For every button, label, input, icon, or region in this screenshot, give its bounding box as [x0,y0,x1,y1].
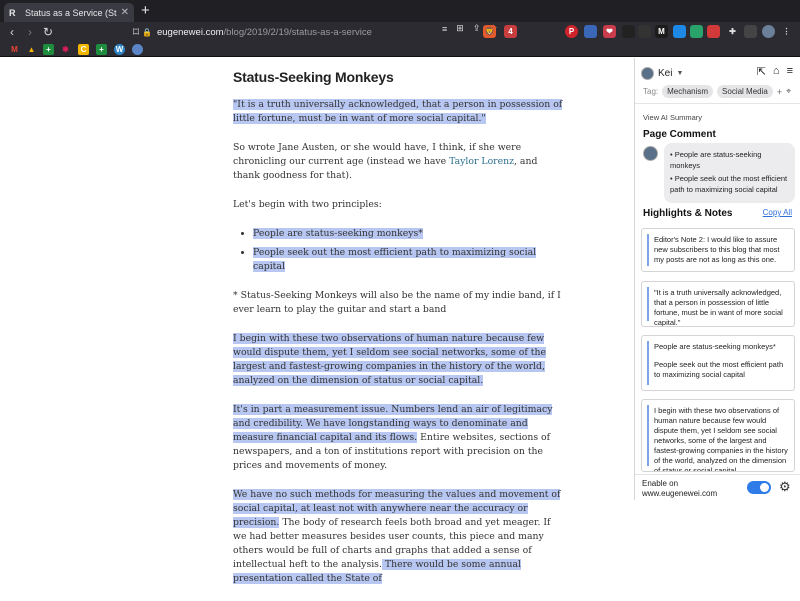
principles-list: People are status-seeking monkeys* Peopl… [253,227,563,274]
comment-line: • People are status-seeking monkeys [670,150,762,170]
tab-title: Status as a Service (StaaS) — E [25,7,117,18]
reload-icon[interactable]: ↻ [39,25,57,39]
article-paragraph: It's in part a measurement issue. Number… [233,403,563,473]
extensions-puzzle-icon[interactable]: ✚ [726,25,739,38]
tag-row: Tag: Mechanism Social Media + ⌖ [643,85,795,98]
url-host: eugenewei.com [156,27,224,38]
highlight-note[interactable]: Editor's Note 2: I would like to assure … [641,228,795,272]
highlighted-text[interactable]: I begin with these two observations of h… [233,333,546,386]
menu-icon[interactable]: ⋮ [780,25,793,38]
profile-icon[interactable] [762,25,775,38]
article-paragraph: Let's begin with two principles: [233,199,382,210]
article-paragraph: So wrote Jane Austen, or she would have,… [233,141,563,183]
extension-icon-2[interactable] [622,25,635,38]
url-path: /blog/2019/2/19/status-as-a-service [223,27,372,38]
mail-extension-icon[interactable]: M [655,25,668,38]
share-icon[interactable]: ⇱ [757,65,766,78]
tag-mechanism[interactable]: Mechanism [662,85,714,98]
home-icon[interactable]: ⌂ [773,65,780,78]
forward-icon[interactable]: › [21,25,39,39]
reader-mode-icon[interactable]: ≡ [442,24,447,34]
tab-active[interactable]: R Status as a Service (StaaS) — E ✕ [4,3,134,22]
back-icon[interactable]: ‹ [3,25,21,39]
chevron-down-icon[interactable]: ▼ [676,70,683,77]
extension-icon-6[interactable] [707,25,720,38]
note-text: People seek out the most efficient path … [654,360,784,379]
menu-icon[interactable]: ≡ [787,65,793,78]
note-text: People are status-seeking monkeys* [654,342,776,351]
avatar[interactable] [641,66,654,80]
sheets-bookmark-icon-2[interactable]: + [96,44,107,55]
enable-label-line: Enable on [642,479,679,488]
drive-bookmark-icon[interactable]: ▲ [26,44,37,55]
highlighted-text[interactable]: "It is a truth universally acknowledged,… [233,99,563,124]
add-tag-icon[interactable]: + [777,87,782,97]
highlights-sidebar: Kei ▼ ⇱ ⌂ ≡ Tag: Mechanism Social Media … [634,58,800,500]
note-text: Editor's Note 2: I would like to assure … [654,235,780,264]
gmail-bookmark-icon[interactable]: M [9,44,20,55]
bookmarks-bar: M ▲ + ✱ C + W [0,42,800,57]
sidebar-actions: ⇱ ⌂ ≡ [757,65,793,78]
divider [635,103,800,104]
brave-shields-icon[interactable]: 🦁 [483,25,496,38]
extension-icon-5[interactable] [690,25,703,38]
copy-all-link[interactable]: Copy All [763,208,792,217]
highlight-note[interactable]: "It is a truth universally acknowledged,… [641,281,795,327]
bookmark-icon-yellow[interactable]: C [78,44,89,55]
gear-icon[interactable]: ⚙ [779,479,791,495]
taylor-lorenz-link[interactable]: Taylor Lorenz [449,156,514,167]
article: Status-Seeking Monkeys "It is a truth un… [233,70,563,601]
highlight-note[interactable]: I begin with these two observations of h… [641,399,795,472]
page-comment-title: Page Comment [643,129,716,140]
globe-bookmark-icon[interactable] [132,44,143,55]
article-title: Status-Seeking Monkeys [233,69,394,85]
site-favicon-icon: R [9,7,16,18]
tab-strip: R Status as a Service (StaaS) — E ✕ + [0,0,800,22]
translate-icon[interactable]: ⊞ [456,23,464,34]
extension-icon-1[interactable] [584,25,597,38]
note-text: I begin with these two observations of h… [654,406,788,472]
extension-icon-4[interactable] [673,25,686,38]
enable-toggle[interactable] [747,481,771,494]
note-text: "It is a truth universally acknowledged,… [654,288,783,327]
lock-icon: 🔒 [142,28,152,37]
highlights-title: Highlights & Notes [643,208,733,219]
brave-rewards-icon[interactable]: 4 [504,25,517,38]
footnote: * Status-Seeking Monkeys will also be th… [233,290,561,315]
pocket-icon[interactable]: ❤ [603,25,616,38]
tag-label: Tag: [643,87,659,96]
pinterest-icon[interactable]: P [565,25,578,38]
share-icon[interactable]: ⇪ [473,23,481,34]
extension-icon-7[interactable] [744,25,757,38]
article-paragraph: "It is a truth universally acknowledged,… [233,98,563,126]
highlighted-text[interactable]: People seek out the most efficient path … [253,247,537,272]
article-paragraph: We have no such methods for measuring th… [233,488,563,586]
enable-on-label: Enable on www.eugenewei.com [642,479,717,499]
sidebar-footer: Enable on www.eugenewei.com ⚙ [635,474,800,500]
sheets-bookmark-icon[interactable]: + [43,44,54,55]
sidebar-header: Kei ▼ ⇱ ⌂ ≡ [641,65,795,81]
enable-site: www.eugenewei.com [642,489,718,498]
page-comment[interactable]: • People are status-seeking monkeys • Pe… [664,143,795,203]
new-tab-icon[interactable]: + [141,2,150,20]
wordpress-bookmark-icon[interactable]: W [114,44,125,55]
list-item: People seek out the most efficient path … [253,246,563,274]
comment-line: • People seek out the most efficient pat… [670,174,788,194]
highlight-note[interactable]: People are status-seeking monkeys* Peopl… [641,335,795,391]
article-paragraph: I begin with these two observations of h… [233,332,563,388]
user-name[interactable]: Kei [658,68,672,79]
view-ai-summary-link[interactable]: View AI Summary [643,113,702,122]
tab-close-icon[interactable]: ✕ [121,7,129,18]
highlighted-text[interactable]: People are status-seeking monkeys* [253,228,423,239]
tag-icon[interactable]: ⌖ [786,86,791,97]
slack-bookmark-icon[interactable]: ✱ [60,44,71,55]
list-item: People are status-seeking monkeys* [253,227,563,241]
extension-icon-3[interactable] [638,25,651,38]
tag-social-media[interactable]: Social Media [717,85,773,98]
avatar [643,146,658,161]
